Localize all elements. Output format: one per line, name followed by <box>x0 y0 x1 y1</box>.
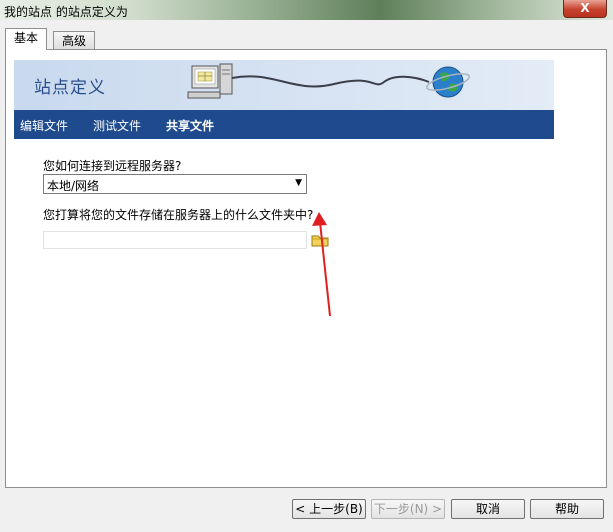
connection-type-value: 本地/网络 <box>47 179 100 193</box>
window-title: 我的站点 的站点定义为 <box>4 5 128 19</box>
back-button[interactable]: < 上一步(B) <box>292 499 366 519</box>
computer-icon <box>187 63 233 99</box>
connect-question-label: 您如何连接到远程服务器? <box>43 159 182 173</box>
server-folder-input[interactable] <box>43 231 307 249</box>
network-illustration <box>187 63 471 99</box>
banner-title: 站点定义 <box>34 78 106 98</box>
step-test-files[interactable]: 测试文件 <box>93 117 141 134</box>
dialog-body: 基本 高级 站点定义 编辑文件 测试文件 共享文件 您如何连接到远程服务器? 本… <box>0 20 613 532</box>
close-icon: X <box>580 1 590 15</box>
annotation-arrow <box>312 212 331 317</box>
title-bar: 我的站点 的站点定义为 X <box>0 0 613 20</box>
wizard-step-bar: 编辑文件 测试文件 共享文件 <box>14 110 554 139</box>
close-button[interactable]: X <box>563 0 607 18</box>
step-share-files[interactable]: 共享文件 <box>166 117 214 134</box>
tab-advanced[interactable]: 高级 <box>53 31 96 50</box>
connection-type-select[interactable]: 本地/网络 ▼ <box>43 174 307 194</box>
chevron-down-icon: ▼ <box>295 178 302 188</box>
help-button[interactable]: 帮助 <box>530 499 604 519</box>
step-edit-files[interactable]: 编辑文件 <box>20 117 68 134</box>
globe-icon <box>425 66 471 98</box>
folder-question-label: 您打算将您的文件存储在服务器上的什么文件夹中? <box>43 208 314 222</box>
cancel-button[interactable]: 取消 <box>451 499 525 519</box>
next-button[interactable]: 下一步(N) > <box>371 499 445 519</box>
tab-basic[interactable]: 基本 <box>5 28 48 50</box>
wizard-banner: 站点定义 <box>14 60 554 110</box>
